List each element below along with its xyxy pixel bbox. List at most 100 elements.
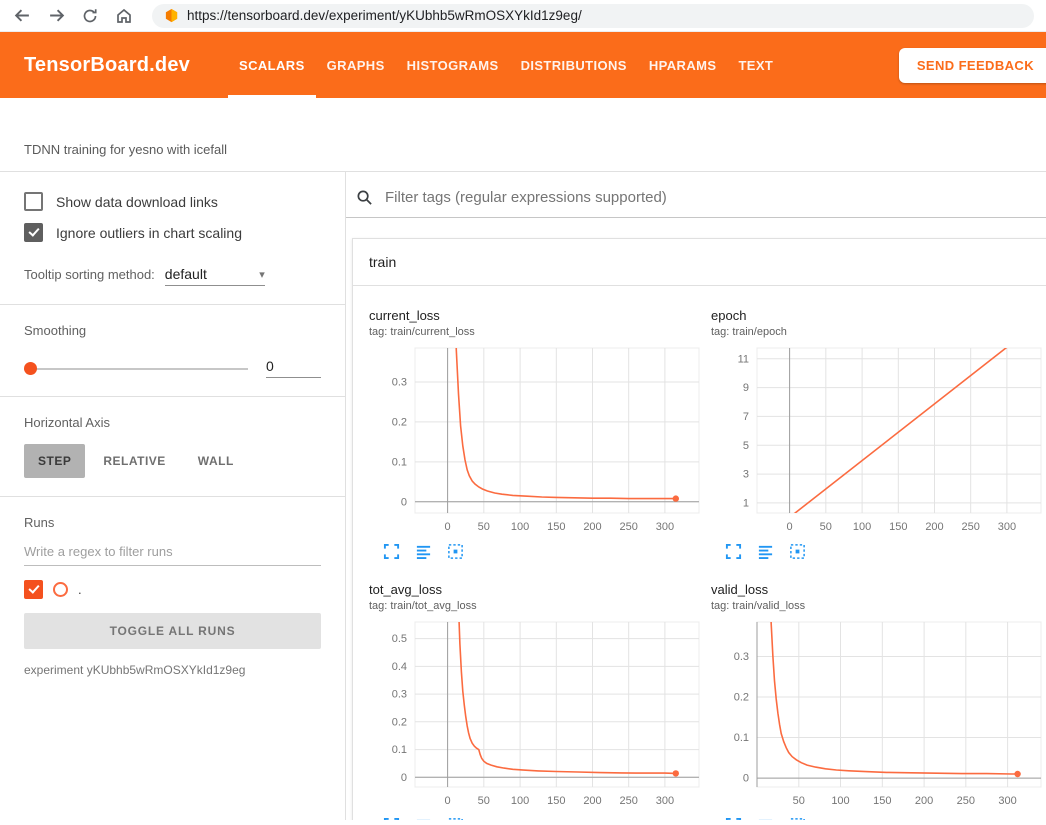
tab-distributions[interactable]: DISTRIBUTIONS	[510, 32, 638, 98]
back-icon[interactable]	[12, 6, 32, 26]
svg-text:3: 3	[743, 469, 749, 481]
send-feedback-button[interactable]: SEND FEEDBACK	[899, 48, 1046, 83]
svg-text:200: 200	[583, 521, 601, 533]
log-scale-icon[interactable]	[757, 543, 774, 560]
horizontal-axis-label: Horizontal Axis	[24, 415, 321, 430]
svg-text:100: 100	[831, 795, 849, 807]
tooltip-sorting-select[interactable]: default ▾	[165, 266, 265, 286]
chart-tag: tag: train/valid_loss	[711, 600, 1046, 612]
tooltip-sorting-value: default	[165, 266, 207, 282]
svg-text:150: 150	[873, 795, 891, 807]
svg-text:150: 150	[889, 521, 907, 533]
expand-icon[interactable]	[383, 543, 400, 560]
svg-text:0.1: 0.1	[392, 456, 407, 468]
svg-text:0: 0	[401, 496, 407, 508]
smoothing-row: 0	[24, 358, 321, 378]
runs-filter-input[interactable]	[24, 536, 321, 566]
slider-thumb-icon[interactable]	[24, 362, 37, 375]
browser-chrome: https://tensorboard.dev/experiment/yKUbh…	[0, 0, 1046, 32]
svg-text:0.3: 0.3	[392, 377, 407, 389]
train-section-header[interactable]: train	[353, 239, 1046, 286]
svg-text:300: 300	[656, 795, 674, 807]
svg-text:0: 0	[445, 795, 451, 807]
expand-icon[interactable]	[725, 543, 742, 560]
smoothing-value[interactable]: 0	[266, 358, 321, 378]
home-icon[interactable]	[114, 6, 134, 26]
svg-text:50: 50	[478, 521, 490, 533]
content-area: Show data download links Ignore outliers…	[0, 172, 1046, 820]
chart-plot[interactable]: 00.10.20.30.40.5050100150200250300	[369, 617, 704, 809]
run-checkbox-icon[interactable]	[24, 580, 43, 599]
chart-epoch: epoch tag: train/epoch 13579110501001502…	[711, 308, 1046, 560]
checkbox-icon[interactable]	[24, 192, 43, 211]
fit-domain-icon[interactable]	[447, 543, 464, 560]
expand-icon[interactable]	[383, 817, 400, 820]
tab-hparams[interactable]: HPARAMS	[638, 32, 728, 98]
log-scale-icon[interactable]	[415, 543, 432, 560]
svg-text:9: 9	[743, 382, 749, 394]
svg-text:50: 50	[793, 795, 805, 807]
axis-wall-button[interactable]: WALL	[184, 444, 248, 478]
svg-text:0: 0	[401, 772, 407, 784]
svg-text:200: 200	[925, 521, 943, 533]
chart-tag: tag: train/tot_avg_loss	[369, 600, 711, 612]
chart-title: tot_avg_loss	[369, 582, 711, 597]
forward-icon[interactable]	[46, 6, 66, 26]
log-scale-icon[interactable]	[757, 817, 774, 820]
svg-text:200: 200	[915, 795, 933, 807]
fit-domain-icon[interactable]	[789, 543, 806, 560]
horizontal-axis-buttons: STEP RELATIVE WALL	[24, 444, 321, 478]
chart-current-loss: current_loss tag: train/current_loss 0 0.…	[369, 308, 711, 560]
expand-icon[interactable]	[725, 817, 742, 820]
tab-scalars[interactable]: SCALARS	[228, 32, 316, 98]
run-row[interactable]: .	[24, 580, 321, 599]
runs-label: Runs	[24, 515, 321, 530]
svg-text:0.3: 0.3	[392, 689, 407, 701]
toggle-all-runs-button[interactable]: TOGGLE ALL RUNS	[24, 613, 321, 649]
chart-title: valid_loss	[711, 582, 1046, 597]
tab-graphs[interactable]: GRAPHS	[316, 32, 396, 98]
svg-text:1: 1	[743, 497, 749, 509]
smoothing-slider[interactable]	[24, 362, 248, 375]
svg-text:100: 100	[853, 521, 871, 533]
ignore-outliers-label: Ignore outliers in chart scaling	[56, 225, 242, 241]
axis-relative-button[interactable]: RELATIVE	[89, 444, 179, 478]
run-name: .	[78, 582, 82, 597]
refresh-icon[interactable]	[80, 6, 100, 26]
svg-text:250: 250	[957, 795, 975, 807]
tab-text[interactable]: TEXT	[727, 32, 784, 98]
ignore-outliers-checkbox[interactable]: Ignore outliers in chart scaling	[24, 223, 321, 242]
chart-title: epoch	[711, 308, 1046, 323]
svg-text:0.3: 0.3	[734, 651, 749, 663]
svg-text:300: 300	[998, 521, 1016, 533]
svg-text:300: 300	[998, 795, 1016, 807]
url-text: https://tensorboard.dev/experiment/yKUbh…	[187, 8, 582, 23]
svg-text:100: 100	[511, 521, 529, 533]
fit-domain-icon[interactable]	[789, 817, 806, 820]
tag-filter-input[interactable]	[383, 188, 1046, 207]
chart-plot[interactable]: 00.10.20.3050100150200250300	[369, 343, 704, 535]
axis-step-button[interactable]: STEP	[24, 444, 85, 478]
checkbox-icon[interactable]	[24, 223, 43, 242]
chart-tag: tag: train/current_loss	[369, 326, 711, 338]
fit-domain-icon[interactable]	[447, 817, 464, 820]
chart-plot[interactable]: 00.10.20.350100150200250300	[711, 617, 1046, 809]
chart-plot[interactable]: 1357911050100150200250300	[711, 343, 1046, 535]
divider	[0, 396, 345, 397]
svg-text:0: 0	[743, 773, 749, 785]
svg-text:7: 7	[743, 411, 749, 423]
app-title: TensorBoard.dev	[24, 54, 190, 77]
svg-text:0.2: 0.2	[734, 692, 749, 704]
experiment-id: experiment yKUbhb5wRmOSXYkId1z9eg	[24, 663, 321, 677]
tab-histograms[interactable]: HISTOGRAMS	[396, 32, 510, 98]
chart-title: current_loss	[369, 308, 711, 323]
tag-filter-row	[346, 172, 1046, 218]
log-scale-icon[interactable]	[415, 817, 432, 820]
chart-valid-loss: valid_loss tag: train/valid_loss 00.10.2…	[711, 582, 1046, 820]
svg-text:0.5: 0.5	[392, 633, 407, 645]
show-download-links-checkbox[interactable]: Show data download links	[24, 192, 321, 211]
svg-text:0.4: 0.4	[392, 661, 407, 673]
experiment-description: TDNN training for yesno with icefall	[24, 142, 1022, 157]
divider	[0, 304, 345, 305]
address-bar[interactable]: https://tensorboard.dev/experiment/yKUbh…	[152, 4, 1034, 28]
